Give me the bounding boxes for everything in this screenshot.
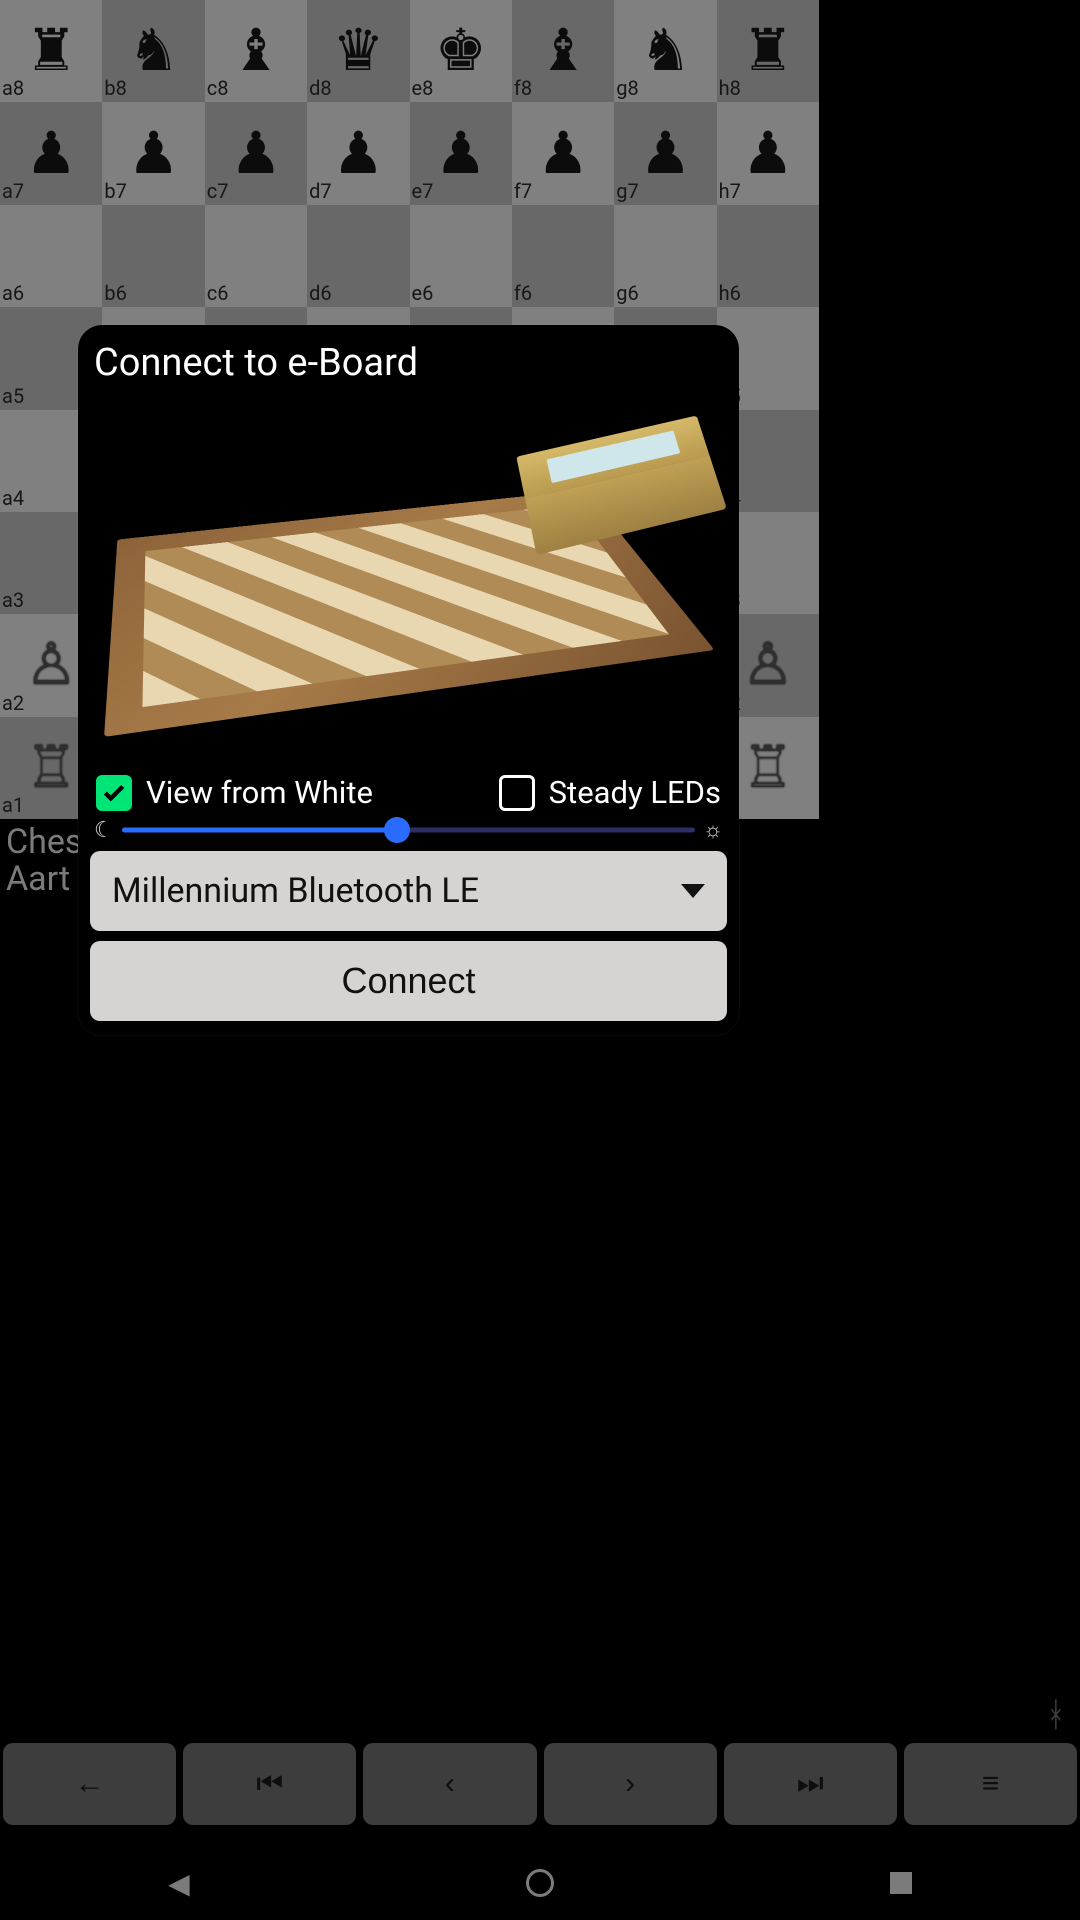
coord-label: a6	[2, 281, 24, 305]
square-b6[interactable]: b6	[102, 205, 204, 307]
piece-bq[interactable]: ♛	[307, 0, 409, 102]
view-from-white-checkbox[interactable]	[96, 775, 132, 811]
brightness-slider-row: ☾ ☼	[90, 813, 727, 851]
piece-bk[interactable]: ♚	[410, 0, 512, 102]
nav-first-button[interactable]: ⏮	[183, 1743, 356, 1825]
square-a7[interactable]: a7♟	[0, 102, 102, 204]
square-a6[interactable]: a6	[0, 205, 102, 307]
piece-bn[interactable]: ♞	[102, 0, 204, 102]
steady-leds-option[interactable]: Steady LEDs	[440, 775, 721, 811]
device-dropdown-label: Millennium Bluetooth LE	[112, 871, 479, 911]
coord-label: f6	[514, 281, 532, 305]
square-c7[interactable]: c7♟	[205, 102, 307, 204]
connect-eboard-dialog: Connect to e-Board View from White Stead…	[78, 325, 739, 1035]
square-h6[interactable]: h6	[717, 205, 819, 307]
view-from-white-option[interactable]: View from White	[96, 775, 377, 811]
view-from-white-label: View from White	[146, 775, 373, 811]
bluetooth-icon: ᚼ	[1046, 1695, 1066, 1735]
square-d7[interactable]: d7♟	[307, 102, 409, 204]
coord-label: a4	[2, 486, 24, 510]
coord-label: a3	[2, 588, 24, 612]
piece-bb[interactable]: ♝	[512, 0, 614, 102]
square-b8[interactable]: b8♞	[102, 0, 204, 102]
square-g6[interactable]: g6	[614, 205, 716, 307]
piece-bp[interactable]: ♟	[0, 102, 102, 204]
piece-bp[interactable]: ♟	[102, 102, 204, 204]
square-f8[interactable]: f8♝	[512, 0, 614, 102]
square-a8[interactable]: a8♜	[0, 0, 102, 102]
square-d6[interactable]: d6	[307, 205, 409, 307]
nav-menu-button[interactable]: ≡	[904, 1743, 1077, 1825]
piece-bp[interactable]: ♟	[307, 102, 409, 204]
coord-label: a5	[2, 384, 24, 408]
eboard-product-image	[90, 395, 727, 765]
coord-label: b6	[104, 281, 126, 305]
coord-label: e6	[412, 281, 434, 305]
piece-bp[interactable]: ♟	[614, 102, 716, 204]
chevron-down-icon	[681, 884, 705, 898]
device-dropdown[interactable]: Millennium Bluetooth LE	[90, 851, 727, 931]
nav-prev-button[interactable]: ‹	[363, 1743, 536, 1825]
square-h8[interactable]: h8♜	[717, 0, 819, 102]
square-f7[interactable]: f7♟	[512, 102, 614, 204]
nav-toolbar: ← ⏮ ‹ › ⏭ ≡	[0, 1743, 1080, 1825]
square-e7[interactable]: e7♟	[410, 102, 512, 204]
piece-br[interactable]: ♜	[717, 0, 819, 102]
piece-bp[interactable]: ♟	[512, 102, 614, 204]
coord-label: g6	[616, 281, 638, 305]
square-c6[interactable]: c6	[205, 205, 307, 307]
piece-bp[interactable]: ♟	[205, 102, 307, 204]
steady-leds-checkbox[interactable]	[499, 775, 535, 811]
piece-bp[interactable]: ♟	[717, 102, 819, 204]
square-g8[interactable]: g8♞	[614, 0, 716, 102]
connect-button[interactable]: Connect	[90, 941, 727, 1021]
nav-back-button[interactable]: ←	[3, 1743, 176, 1825]
nav-last-button[interactable]: ⏭	[724, 1743, 897, 1825]
square-g7[interactable]: g7♟	[614, 102, 716, 204]
coord-label: d6	[309, 281, 332, 305]
dialog-title: Connect to e-Board	[94, 341, 727, 385]
nav-next-button[interactable]: ›	[544, 1743, 717, 1825]
sys-back-icon[interactable]: ◀	[168, 1867, 190, 1900]
sun-icon: ☼	[703, 817, 723, 843]
piece-bb[interactable]: ♝	[205, 0, 307, 102]
moon-icon: ☾	[94, 818, 114, 843]
square-c8[interactable]: c8♝	[205, 0, 307, 102]
sys-home-icon[interactable]	[526, 1869, 554, 1897]
square-b7[interactable]: b7♟	[102, 102, 204, 204]
system-nav: ◀	[0, 1846, 1080, 1920]
square-e6[interactable]: e6	[410, 205, 512, 307]
steady-leds-label: Steady LEDs	[549, 775, 721, 811]
piece-bp[interactable]: ♟	[410, 102, 512, 204]
piece-br[interactable]: ♜	[0, 0, 102, 102]
sys-recent-icon[interactable]	[890, 1872, 912, 1894]
square-f6[interactable]: f6	[512, 205, 614, 307]
square-h7[interactable]: h7♟	[717, 102, 819, 204]
piece-bn[interactable]: ♞	[614, 0, 716, 102]
brightness-slider[interactable]	[122, 818, 695, 842]
coord-label: c6	[207, 281, 229, 305]
square-e8[interactable]: e8♚	[410, 0, 512, 102]
coord-label: h6	[719, 281, 741, 305]
square-d8[interactable]: d8♛	[307, 0, 409, 102]
